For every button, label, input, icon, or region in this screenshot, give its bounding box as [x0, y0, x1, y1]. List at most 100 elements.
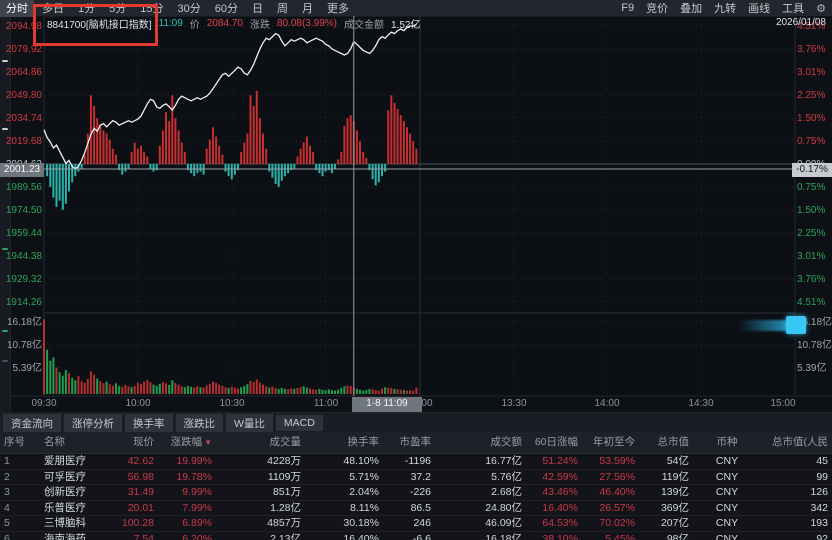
- table-cell: 9.99%: [182, 486, 212, 498]
- table-cell: 1: [4, 455, 10, 467]
- table-row-海南海药[interactable]: 6 海南海药 7.54 6.20% 2.13亿 16.40% -6.6 16.18亿 38.10…: [0, 532, 832, 540]
- table-cell: 爱朋医疗: [44, 455, 86, 467]
- table-cell: 56.98: [127, 470, 154, 483]
- table-cell: 4228万: [267, 455, 301, 467]
- table-cell: 92: [816, 532, 828, 540]
- table-cell: 2.04%: [349, 486, 379, 498]
- table-cell: 64.53%: [542, 517, 578, 529]
- tool-item-F9[interactable]: F9: [615, 1, 640, 15]
- crosshair-price-tag: 2001.23: [0, 163, 44, 177]
- column-header-总市值[interactable]: 总市值: [639, 432, 693, 453]
- trade-date: 2026/01/08: [775, 17, 826, 28]
- table-row-乐普医疗[interactable]: 4 乐普医疗 20.01 7.99% 1.28亿 8.11% 86.5 24.80亿 16.40…: [0, 501, 832, 516]
- indicator-tab-W量比[interactable]: W量比: [226, 413, 273, 433]
- gear-icon[interactable]: ⚙: [810, 2, 832, 15]
- table-cell: 99: [816, 470, 828, 483]
- period-item-30分[interactable]: 30分: [172, 0, 207, 17]
- turnover-label: 成交金额: [344, 20, 384, 31]
- table-cell: 37.2: [410, 470, 431, 483]
- highlight-comet-marker[interactable]: [786, 316, 806, 334]
- table-header-row: 序号 名称 现价 涨跌幅 ▼ 成交量 换手率 市盈率 成交额 60日涨幅 年初至今 总市值 币种 总市值(…: [0, 432, 832, 454]
- side-panel-mark: [2, 60, 8, 62]
- indicator-tab-涨跌比[interactable]: 涨跌比: [175, 413, 223, 433]
- table-cell: 193: [810, 517, 828, 529]
- column-header-市盈率[interactable]: 市盈率: [383, 432, 435, 453]
- table-cell: 创新医疗: [44, 486, 86, 498]
- column-header-现价[interactable]: 现价: [112, 432, 158, 453]
- table-cell: 851万: [272, 486, 301, 498]
- period-item-60分[interactable]: 60分: [209, 0, 244, 17]
- table-cell: 1.28亿: [270, 501, 301, 514]
- table-row-可孚医疗[interactable]: 2 可孚医疗 56.98 19.78% 1109万 5.71% 37.2 5.76亿 42.59…: [0, 470, 832, 485]
- period-item-月[interactable]: 月: [296, 0, 319, 17]
- column-header-成交量[interactable]: 成交量: [216, 432, 305, 453]
- table-cell: CNY: [715, 486, 739, 498]
- table-cell: 3: [4, 486, 10, 498]
- tool-item-叠加[interactable]: 叠加: [674, 0, 708, 17]
- column-header-60日涨幅[interactable]: 60日涨幅: [526, 432, 582, 453]
- indicator-tab-资金流向[interactable]: 资金流向: [3, 413, 61, 433]
- period-item-周[interactable]: 周: [271, 0, 294, 17]
- indicator-tab-MACD[interactable]: MACD: [275, 415, 323, 431]
- table-cell: 19.78%: [176, 470, 212, 483]
- table-cell: 16.18亿: [485, 532, 522, 540]
- side-panel-mark: [2, 248, 8, 250]
- table-cell: 乐普医疗: [44, 501, 86, 514]
- table-cell: CNY: [715, 455, 739, 467]
- period-item-日[interactable]: 日: [246, 0, 269, 17]
- constituents-table: 序号 名称 现价 涨跌幅 ▼ 成交量 换手率 市盈率 成交额 60日涨幅 年初至今 总市值 币种 总市值(…: [0, 432, 832, 540]
- table-cell: 2.68亿: [491, 486, 522, 498]
- period-item-更多[interactable]: 更多: [321, 0, 355, 17]
- table-cell: 100.28: [121, 517, 154, 529]
- crosshair-pct-tag: -0.17%: [792, 163, 832, 177]
- column-header-涨跌幅[interactable]: 涨跌幅 ▼: [158, 432, 216, 453]
- annotation-box: [33, 4, 158, 46]
- column-header-成交额[interactable]: 成交额: [435, 432, 526, 453]
- table-cell: 126: [810, 486, 828, 498]
- collapsed-side-panel[interactable]: [0, 16, 11, 412]
- table-cell: 8.11%: [350, 501, 379, 514]
- change-value: 80.08(3.99%): [276, 18, 337, 29]
- tool-item-九转[interactable]: 九转: [708, 0, 742, 17]
- table-cell: 119亿: [661, 470, 689, 483]
- table-cell: 45: [816, 455, 828, 467]
- quote-time: 11:09: [158, 18, 183, 29]
- column-header-序号[interactable]: 序号: [0, 432, 40, 453]
- indicator-tab-涨停分析[interactable]: 涨停分析: [64, 413, 122, 433]
- column-header-名称[interactable]: 名称: [40, 432, 112, 453]
- table-cell: 4: [4, 501, 10, 514]
- side-panel-mark: [2, 128, 8, 130]
- table-cell: 207亿: [660, 517, 689, 529]
- table-cell: 54亿: [666, 455, 689, 467]
- highlight-comet-tail: [738, 320, 788, 331]
- indicator-tab-换手率[interactable]: 换手率: [125, 413, 173, 433]
- tool-item-竞价[interactable]: 竞价: [640, 0, 674, 17]
- table-cell: CNY: [715, 501, 739, 514]
- indicator-tab-bar: 资金流向 涨停分析 换手率 涨跌比 W量比 MACD: [0, 412, 832, 433]
- table-cell: 20.01: [127, 501, 154, 514]
- price-label: 价: [189, 20, 200, 31]
- table-cell: CNY: [715, 470, 739, 483]
- table-cell: 70.02%: [599, 517, 635, 529]
- table-cell: 43.46%: [542, 486, 578, 498]
- column-header-年初至今[interactable]: 年初至今: [582, 432, 639, 453]
- table-cell: 369亿: [660, 501, 689, 514]
- table-row-创新医疗[interactable]: 3 创新医疗 31.49 9.99% 851万 2.04% -226 2.68亿 43.46% 4…: [0, 485, 832, 501]
- tool-item-画线[interactable]: 画线: [742, 0, 776, 17]
- table-cell: 5.45%: [605, 532, 635, 540]
- column-header-币种[interactable]: 币种: [693, 432, 761, 453]
- table-row-爱朋医疗[interactable]: 1 爱朋医疗 42.62 19.99% 4228万 48.10% -1196 16.77亿 51…: [0, 454, 832, 470]
- table-cell: 46.40%: [599, 486, 635, 498]
- column-header-总市值(人民[interactable]: 总市值(人民: [761, 432, 832, 453]
- table-cell: 可孚医疗: [44, 470, 86, 483]
- side-panel-mark: [2, 330, 8, 332]
- column-header-换手率[interactable]: 换手率: [305, 432, 383, 453]
- table-row-三博脑科[interactable]: 5 三博脑科 100.28 6.89% 4857万 30.18% 246 46.09亿 64.5…: [0, 516, 832, 532]
- table-cell: -226: [409, 486, 431, 498]
- table-cell: 1109万: [267, 470, 301, 483]
- table-cell: 4857万: [267, 517, 301, 529]
- table-cell: 42.62: [127, 455, 154, 467]
- tool-item-工具[interactable]: 工具: [776, 0, 810, 17]
- period-item-分时[interactable]: 分时: [0, 0, 34, 17]
- table-cell: -1196: [404, 455, 431, 467]
